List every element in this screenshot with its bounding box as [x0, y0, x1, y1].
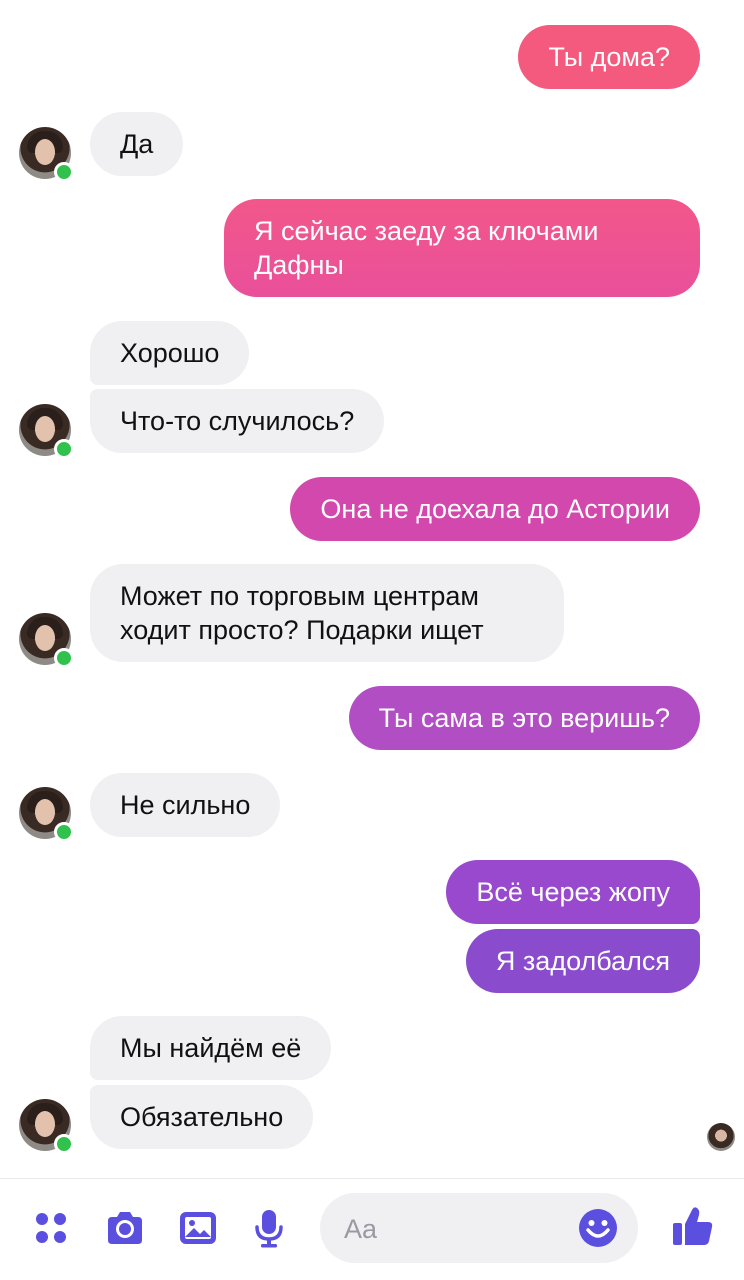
message-input[interactable] — [342, 1193, 586, 1265]
contact-avatar[interactable] — [19, 1099, 74, 1154]
outgoing-message[interactable]: Я задолбался — [465, 929, 700, 993]
outgoing-message[interactable]: Она не доехала до Астории — [290, 477, 700, 541]
message-line: Может по торговым центрам — [120, 581, 479, 611]
microphone-icon[interactable] — [248, 1207, 290, 1249]
online-status-indicator — [54, 439, 74, 459]
thumbs-up-icon[interactable] — [670, 1204, 716, 1250]
outgoing-message[interactable]: Я сейчас заеду за ключами Дафны — [224, 199, 700, 297]
contact-avatar[interactable] — [19, 404, 74, 459]
contact-avatar[interactable] — [19, 613, 74, 668]
camera-icon[interactable] — [104, 1207, 146, 1249]
message-line: Дафны — [254, 250, 344, 280]
outgoing-message[interactable]: Всё через жопу — [446, 860, 700, 924]
gallery-icon[interactable] — [177, 1207, 219, 1249]
outgoing-message[interactable]: Ты сама в это веришь? — [348, 686, 700, 750]
contact-avatar[interactable] — [19, 787, 74, 842]
online-status-indicator — [54, 822, 74, 842]
outgoing-message[interactable]: Ты дома? — [518, 25, 700, 89]
contact-avatar[interactable] — [19, 127, 74, 182]
emoji-icon[interactable] — [578, 1208, 618, 1248]
read-receipt-avatar — [707, 1123, 735, 1151]
message-line: Я сейчас заеду за ключами — [254, 216, 599, 246]
online-status-indicator — [54, 162, 74, 182]
online-status-indicator — [54, 1134, 74, 1154]
incoming-message[interactable]: Мы найдём её — [90, 1016, 332, 1080]
incoming-message[interactable]: Хорошо — [90, 321, 250, 385]
incoming-message[interactable]: Не сильно — [90, 773, 281, 837]
incoming-message[interactable]: Что-то случилось? — [90, 389, 385, 453]
message-line: ходит просто? Подарки ищет — [120, 615, 484, 645]
incoming-message[interactable]: Обязательно — [90, 1085, 314, 1149]
incoming-message[interactable]: Да — [90, 112, 184, 176]
apps-icon[interactable] — [30, 1207, 72, 1249]
online-status-indicator — [54, 648, 74, 668]
incoming-message[interactable]: Может по торговым центрам ходит просто? … — [90, 564, 564, 662]
message-thread[interactable]: Ты дома? Да Я сейчас заеду за ключами Да… — [0, 0, 744, 1178]
